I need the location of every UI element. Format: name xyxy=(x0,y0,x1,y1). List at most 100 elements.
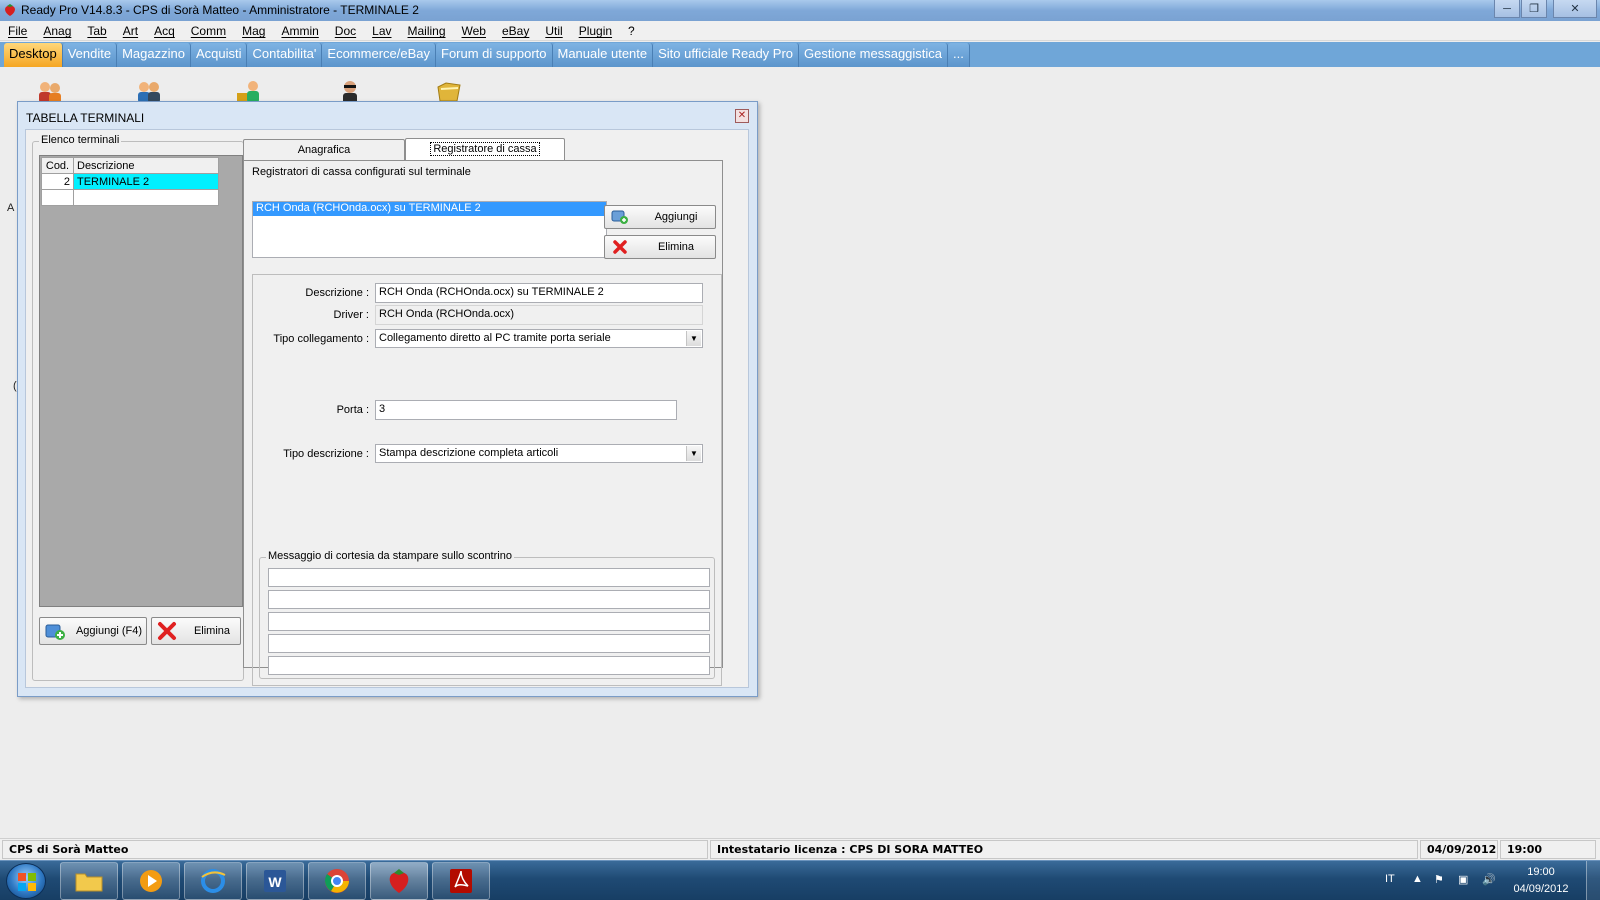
add-record-icon xyxy=(44,620,66,642)
taskbar-clock[interactable]: 19:00 04/09/2012 xyxy=(1508,864,1574,898)
menu-art[interactable]: Art xyxy=(115,21,146,40)
taskbar-chrome[interactable] xyxy=(308,862,366,900)
taskbar-ready-pro[interactable] xyxy=(370,862,428,900)
language-indicator[interactable]: IT xyxy=(1385,873,1395,885)
grid-cell-code[interactable]: 2 xyxy=(41,173,74,190)
network-icon[interactable]: ▣ xyxy=(1458,873,1468,886)
close-window-button[interactable]: ✕ xyxy=(1553,0,1597,18)
volume-icon[interactable]: 🔊 xyxy=(1482,873,1496,886)
grid-header-descrizione[interactable]: Descrizione xyxy=(73,157,219,174)
tab-magazzino[interactable]: Magazzino xyxy=(117,43,191,67)
tab-acquisti[interactable]: Acquisti xyxy=(190,43,248,67)
menu-file[interactable]: File xyxy=(0,21,35,40)
terminal-list-legend: Elenco terminali xyxy=(39,134,122,146)
messaggio-line-5[interactable] xyxy=(268,656,710,675)
menu-plugin[interactable]: Plugin xyxy=(571,21,620,40)
chevron-down-icon[interactable]: ▼ xyxy=(686,331,701,346)
tray-expand-icon[interactable]: ▲ xyxy=(1412,873,1423,885)
list-item[interactable]: RCH Onda (RCHOnda.ocx) su TERMINALE 2 xyxy=(253,202,606,216)
menu-lav[interactable]: Lav xyxy=(364,21,399,40)
add-register-button[interactable]: Aggiungi xyxy=(604,205,716,229)
register-settings-group: Descrizione : RCH Onda (RCHOnda.ocx) su … xyxy=(252,274,722,686)
media-player-icon xyxy=(140,870,162,892)
menu-mag[interactable]: Mag xyxy=(234,21,273,40)
action-center-flag-icon[interactable]: ⚑ xyxy=(1434,873,1444,886)
taskbar-acrobat[interactable] xyxy=(432,862,490,900)
status-bar: CPS di Sorà Matteo Intestatario licenza … xyxy=(0,838,1600,859)
taskbar-explorer[interactable] xyxy=(60,862,118,900)
tipo-descrizione-select[interactable]: Stampa descrizione completa articoli ▼ xyxy=(375,444,703,463)
taskbar: W IT ▲ ⚑ ▣ 🔊 19:00 04/09/2012 xyxy=(0,860,1600,900)
menu-ebay[interactable]: eBay xyxy=(494,21,537,40)
status-license: Intestatario licenza : CPS DI SORA MATTE… xyxy=(710,840,1418,859)
messaggio-line-2[interactable] xyxy=(268,590,710,609)
status-time: 19:00 xyxy=(1500,840,1596,859)
window-title: Ready Pro V14.8.3 - CPS di Sorà Matteo -… xyxy=(21,3,419,17)
menu-anag[interactable]: Anag xyxy=(35,21,79,40)
tab-manuale[interactable]: Manuale utente xyxy=(552,43,654,67)
tab-vendite[interactable]: Vendite xyxy=(62,43,118,67)
delete-register-button[interactable]: Elimina xyxy=(604,235,716,259)
clock-date: 04/09/2012 xyxy=(1513,883,1569,895)
tab-contabilita[interactable]: Contabilita' xyxy=(247,43,323,67)
porta-field[interactable]: 3 xyxy=(375,400,677,420)
chrome-icon xyxy=(325,869,349,893)
show-desktop-button[interactable] xyxy=(1586,861,1600,900)
chevron-down-icon[interactable]: ▼ xyxy=(686,446,701,461)
tab-anagrafica[interactable]: Anagrafica xyxy=(243,139,405,160)
delete-register-label: Elimina xyxy=(657,241,695,253)
tab-desktop[interactable]: Desktop xyxy=(4,43,63,67)
tipo-collegamento-select[interactable]: Collegamento diretto al PC tramite porta… xyxy=(375,329,703,348)
dialog-close-button[interactable]: ✕ xyxy=(735,109,749,123)
grid-cell-empty[interactable] xyxy=(73,189,219,206)
tab-registratore-label: Registratore di cassa xyxy=(430,142,540,156)
dialog-body: Elenco terminali Cod. Descrizione 2 TERM… xyxy=(25,129,749,688)
menu-help[interactable]: ? xyxy=(620,21,643,40)
menu-acq[interactable]: Acq xyxy=(146,21,183,40)
descrizione-label: Descrizione : xyxy=(305,287,369,299)
menu-mailing[interactable]: Mailing xyxy=(400,21,454,40)
menu-ammin[interactable]: Ammin xyxy=(273,21,326,40)
messaggio-line-3[interactable] xyxy=(268,612,710,631)
start-button[interactable] xyxy=(6,863,46,899)
tipo-collegamento-value: Collegamento diretto al PC tramite porta… xyxy=(379,332,611,344)
tab-messaggistica[interactable]: Gestione messaggistica xyxy=(799,43,949,67)
acrobat-icon xyxy=(450,869,472,893)
clock-time: 19:00 xyxy=(1527,866,1555,878)
add-terminal-label: Aggiungi (F4) xyxy=(75,625,143,637)
window-titlebar: Ready Pro V14.8.3 - CPS di Sorà Matteo -… xyxy=(0,0,1600,21)
close-icon: ✕ xyxy=(737,110,747,121)
registers-list[interactable]: RCH Onda (RCHOnda.ocx) su TERMINALE 2 xyxy=(252,201,607,258)
tab-forum[interactable]: Forum di supporto xyxy=(436,43,553,67)
tab-anagrafica-label: Anagrafica xyxy=(297,144,351,156)
dialog-title: TABELLA TERMINALI xyxy=(26,111,145,125)
table-row[interactable]: 2 TERMINALE 2 xyxy=(41,173,219,190)
descrizione-field[interactable]: RCH Onda (RCHOnda.ocx) su TERMINALE 2 xyxy=(375,283,703,303)
table-row-empty[interactable] xyxy=(41,189,219,206)
tab-sito-ufficiale[interactable]: Sito ufficiale Ready Pro xyxy=(653,43,800,67)
messaggio-line-4[interactable] xyxy=(268,634,710,653)
grid-header-cod[interactable]: Cod. xyxy=(41,157,74,174)
terminal-grid-panel[interactable]: Cod. Descrizione 2 TERMINALE 2 xyxy=(39,155,243,607)
tab-ecommerce-ebay[interactable]: Ecommerce/eBay xyxy=(322,43,436,67)
minimize-button[interactable]: ─ xyxy=(1494,0,1520,18)
delete-terminal-button[interactable]: Elimina xyxy=(151,617,241,645)
menu-doc[interactable]: Doc xyxy=(327,21,364,40)
taskbar-media-player[interactable] xyxy=(122,862,180,900)
grid-cell-empty[interactable] xyxy=(41,189,74,206)
menu-comm[interactable]: Comm xyxy=(183,21,234,40)
restore-button[interactable]: ❐ xyxy=(1521,0,1547,18)
menu-util[interactable]: Util xyxy=(537,21,570,40)
taskbar-internet-explorer[interactable] xyxy=(184,862,242,900)
add-terminal-button[interactable]: Aggiungi (F4) xyxy=(39,617,147,645)
grid-cell-description[interactable]: TERMINALE 2 xyxy=(73,173,219,190)
messaggio-line-1[interactable] xyxy=(268,568,710,587)
tab-more[interactable]: ... xyxy=(948,43,970,67)
menu-web[interactable]: Web xyxy=(454,21,494,40)
taskbar-word[interactable]: W xyxy=(246,862,304,900)
close-icon: ✕ xyxy=(1570,3,1580,15)
tab-registratore-di-cassa[interactable]: Registratore di cassa xyxy=(405,138,565,160)
messaggio-cortesia-group: Messaggio di cortesia da stampare sullo … xyxy=(259,550,715,679)
menu-tab[interactable]: Tab xyxy=(79,21,114,40)
strawberry-app-icon xyxy=(5,4,15,16)
